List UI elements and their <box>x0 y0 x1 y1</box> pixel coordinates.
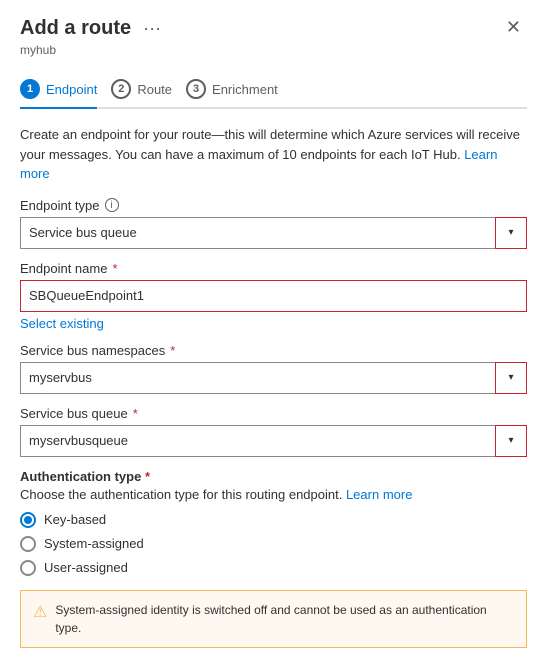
endpoint-name-label: Endpoint name * <box>20 261 527 276</box>
auth-required-star: * <box>145 469 150 484</box>
chevron-down-icon: ▾ <box>508 227 513 238</box>
service-bus-namespaces-dropdown: myservbus ▾ <box>20 362 527 394</box>
ellipsis-button[interactable]: ··· <box>139 16 165 41</box>
queue-required-star: * <box>133 406 138 421</box>
chevron-down-icon-3: ▾ <box>508 435 513 446</box>
description-text: Create an endpoint for your route—this w… <box>20 125 527 184</box>
radio-key-based-circle <box>20 512 36 528</box>
radio-system-assigned-circle <box>20 536 36 552</box>
step-3-circle: 3 <box>186 79 206 99</box>
system-assigned-group: System-assigned <box>20 536 527 552</box>
step-endpoint[interactable]: 1 Endpoint <box>20 71 111 107</box>
step-2-label: Route <box>137 82 172 97</box>
step-1-circle: 1 <box>20 79 40 99</box>
chevron-down-icon-2: ▾ <box>508 372 513 383</box>
endpoint-type-info-icon[interactable]: i <box>105 198 119 212</box>
auth-radio-group: Key-based System-assigned User-assigned <box>20 512 527 576</box>
step-1-label: Endpoint <box>46 82 97 97</box>
auth-type-section: Authentication type * Choose the authent… <box>20 469 527 576</box>
step-3-label: Enrichment <box>212 82 278 97</box>
service-bus-queue-dropdown: myservbusqueue ▾ <box>20 425 527 457</box>
radio-system-assigned-label: System-assigned <box>44 536 144 551</box>
radio-key-based[interactable]: Key-based <box>20 512 527 528</box>
step-enrichment[interactable]: 3 Enrichment <box>186 71 292 107</box>
title-group: Add a route ··· <box>20 16 165 41</box>
endpoint-type-select[interactable]: Service bus queue <box>20 217 527 249</box>
step-2-circle: 2 <box>111 79 131 99</box>
service-bus-queue-group: Service bus queue * myservbusqueue ▾ <box>20 406 527 457</box>
endpoint-type-group: Endpoint type i Service bus queue ▾ <box>20 198 527 249</box>
auth-type-description: Choose the authentication type for this … <box>20 487 527 502</box>
close-button[interactable]: ✕ <box>500 16 527 38</box>
namespaces-required-star: * <box>170 343 175 358</box>
radio-user-assigned[interactable]: User-assigned <box>20 560 527 576</box>
add-route-panel: Add a route ··· ✕ myhub 1 Endpoint 2 Rou… <box>0 0 547 670</box>
queue-chevron[interactable]: ▾ <box>495 425 527 457</box>
endpoint-type-chevron[interactable]: ▾ <box>495 217 527 249</box>
service-bus-namespaces-group: Service bus namespaces * myservbus ▾ <box>20 343 527 394</box>
service-bus-queue-label: Service bus queue * <box>20 406 527 421</box>
service-bus-namespaces-select[interactable]: myservbus <box>20 362 527 394</box>
radio-key-based-label: Key-based <box>44 512 106 527</box>
panel-header: Add a route ··· ✕ <box>20 16 527 41</box>
panel-title: Add a route <box>20 17 131 40</box>
namespaces-chevron[interactable]: ▾ <box>495 362 527 394</box>
service-bus-queue-select[interactable]: myservbusqueue <box>20 425 527 457</box>
radio-system-assigned[interactable]: System-assigned <box>20 536 527 552</box>
warning-icon: ⚠ <box>33 602 47 622</box>
endpoint-name-group: Endpoint name * Select existing <box>20 261 527 331</box>
endpoint-type-label: Endpoint type i <box>20 198 527 213</box>
step-route[interactable]: 2 Route <box>111 71 186 107</box>
endpoint-name-input[interactable] <box>20 280 527 312</box>
radio-user-assigned-label: User-assigned <box>44 560 128 575</box>
radio-key-based-dot <box>24 516 32 524</box>
endpoint-type-dropdown: Service bus queue ▾ <box>20 217 527 249</box>
steps-nav: 1 Endpoint 2 Route 3 Enrichment <box>20 71 527 109</box>
warning-box: ⚠ System-assigned identity is switched o… <box>20 590 527 648</box>
select-existing-link[interactable]: Select existing <box>20 316 104 331</box>
auth-type-label: Authentication type * <box>20 469 527 484</box>
warning-text: System-assigned identity is switched off… <box>55 601 514 637</box>
service-bus-namespaces-label: Service bus namespaces * <box>20 343 527 358</box>
endpoint-name-required-star: * <box>112 261 117 276</box>
auth-learn-more-link[interactable]: Learn more <box>346 487 412 502</box>
panel-subtitle: myhub <box>20 43 527 57</box>
radio-user-assigned-circle <box>20 560 36 576</box>
